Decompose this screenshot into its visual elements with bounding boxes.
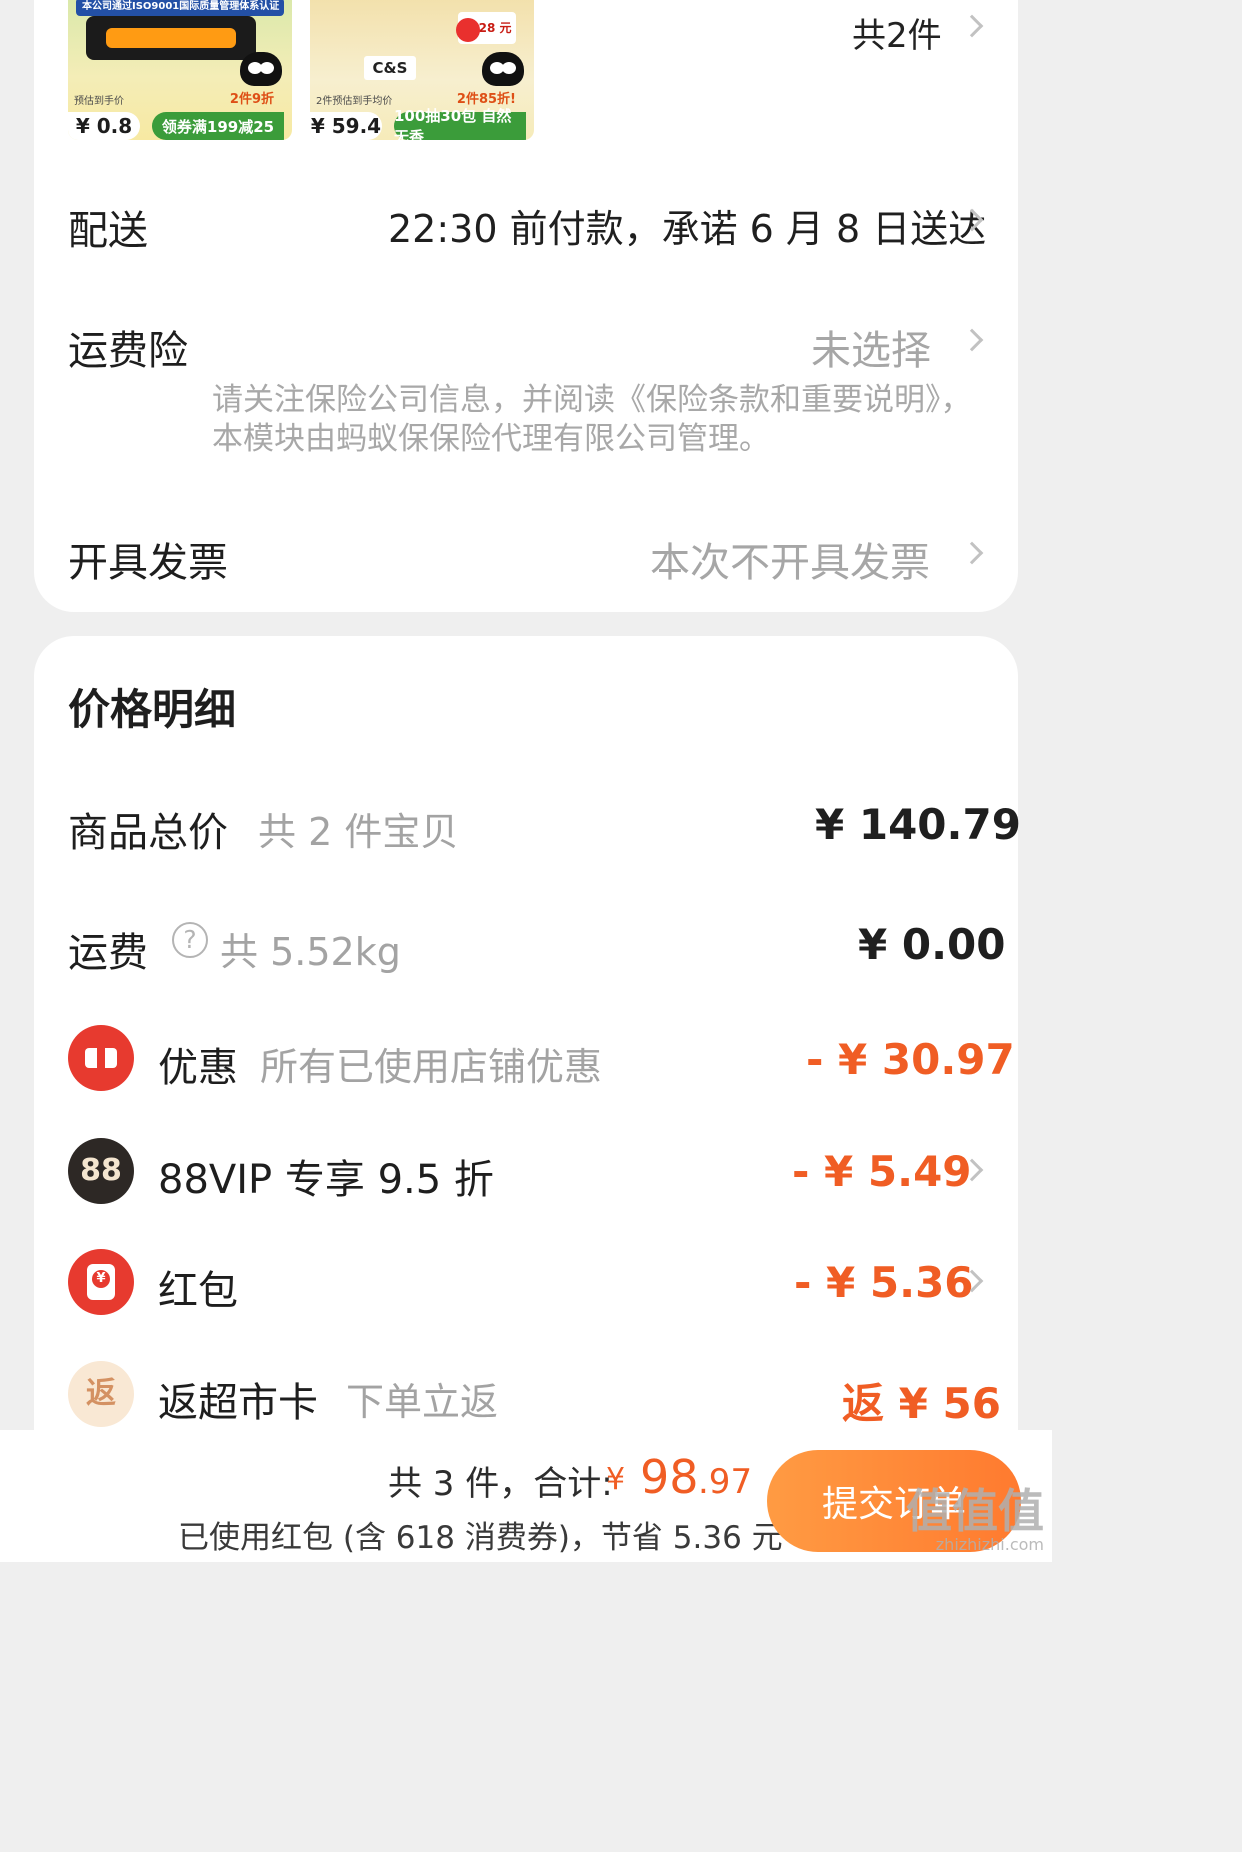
invoice-value[interactable]: 本次不开具发票: [650, 530, 930, 588]
red-packet-icon: [68, 1249, 134, 1315]
product-2-brand: C&S: [364, 56, 416, 80]
discount-sub: 所有已使用店铺优惠: [260, 1045, 603, 1089]
insurance-note: 请关注保险公司信息，并阅读《保险条款和重要说明》，本模块由蚂蚁保保险代理有限公司…: [212, 382, 972, 457]
product-1-price-strip: ¥ 0.8 领券满199减25: [68, 112, 292, 140]
subtotal-value: ¥ 140.79: [815, 800, 1021, 849]
product-1-offer: 2件9折: [229, 92, 274, 107]
price-detail-title: 价格明细: [68, 685, 237, 734]
summary-note: 已使用红包 (含 618 消费券)，节省 5.36 元: [178, 1520, 783, 1556]
return-card-icon: 返: [68, 1361, 134, 1427]
summary-prefix: 共 3 件，合计:: [388, 1464, 613, 1504]
product-1-brand-icon: [240, 52, 282, 86]
summary-total-decimal: .97: [698, 1462, 753, 1502]
product-1-desc: 领券满199减25: [152, 112, 284, 140]
summary-total-integer: 98: [640, 1450, 699, 1504]
redpacket-value[interactable]: - ¥ 5.36: [794, 1258, 974, 1307]
product-thumbnail-2[interactable]: 返 28 元 C&S 2件预估到手均价 2件85折! ¥ 59.4 100抽30…: [310, 0, 534, 140]
delivery-label: 配送: [68, 208, 148, 254]
ribbon-icon: [456, 18, 480, 42]
discount-label: 优惠: [158, 1045, 238, 1091]
shipping-label: 运费: [68, 930, 148, 976]
vip-value[interactable]: - ¥ 5.49: [792, 1147, 972, 1196]
help-circle-icon[interactable]: ?: [172, 922, 208, 958]
summary-currency: ¥: [606, 1462, 626, 1497]
shipping-value: ¥ 0.00: [858, 920, 1006, 969]
watermark-main: 值值值: [906, 1484, 1044, 1538]
watermark-sub: zhizhizhi.com: [935, 1535, 1044, 1554]
return-label: 返超市卡: [158, 1380, 318, 1426]
product-1-price: ¥ 0.8: [68, 112, 140, 140]
product-thumbnail-1[interactable]: 本公司通过ISO9001国际质量管理体系认证 预估到手价 2件9折 ¥ 0.8 …: [68, 0, 292, 140]
product-2-brand-icon: [482, 52, 524, 86]
discount-value: - ¥ 30.97: [806, 1035, 1015, 1084]
subtotal-sub: 共 2 件宝贝: [258, 810, 459, 854]
insurance-value[interactable]: 未选择: [811, 318, 931, 376]
product-1-mini-text: 预估到手价: [74, 96, 124, 107]
return-sub: 下单立返: [346, 1380, 499, 1424]
product-2-price: ¥ 59.4: [310, 112, 382, 140]
shipping-sub: 共 5.52kg: [220, 930, 401, 974]
item-count[interactable]: 共2件: [852, 8, 942, 57]
product-2-desc: 100抽30包 自然无香: [394, 107, 526, 140]
subtotal-label: 商品总价: [68, 810, 228, 856]
product-1-badge: 本公司通过ISO9001国际质量管理体系认证: [76, 0, 284, 16]
return-value: 返 ¥ 56: [842, 1379, 1001, 1428]
delivery-value[interactable]: 22:30 前付款，承诺 6 月 8 日送达: [388, 198, 986, 253]
insurance-label: 运费险: [68, 328, 188, 374]
redpacket-label: 红包: [158, 1268, 238, 1314]
product-2-price-strip: ¥ 59.4 100抽30包 自然无香: [310, 107, 534, 140]
coupon-icon: [68, 1025, 134, 1091]
invoice-label: 开具发票: [68, 540, 228, 586]
watermark: 值值值 zhizhizhi.com: [906, 1488, 1044, 1554]
product-1-image-banner: [86, 16, 256, 60]
product-2-mini-text: 2件预估到手均价: [316, 96, 393, 107]
vip-label: 88VIP 专享 9.5 折: [158, 1157, 494, 1203]
vip-icon: 88: [68, 1138, 134, 1204]
